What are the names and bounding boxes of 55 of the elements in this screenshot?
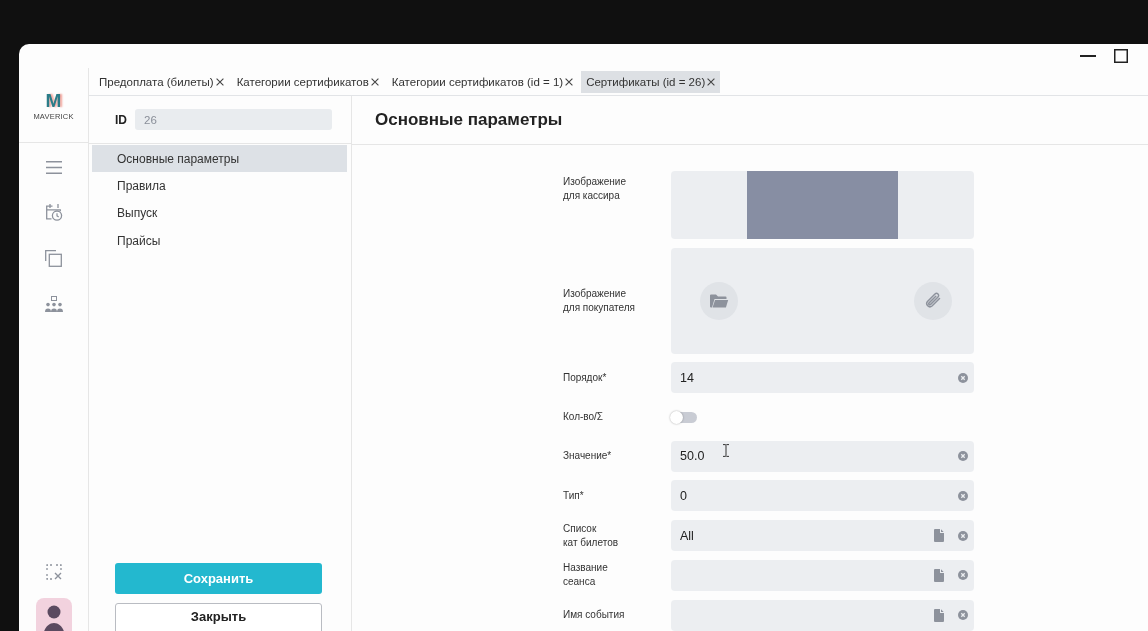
clear-icon[interactable]: [958, 451, 968, 462]
paperclip-icon: [924, 291, 942, 310]
copy-icon[interactable]: [45, 250, 62, 267]
clear-icon[interactable]: [958, 490, 968, 501]
field-label: Тип*: [563, 488, 585, 503]
text-cursor-icon: [722, 444, 730, 457]
picker-field[interactable]: [671, 559, 974, 591]
maximize-icon[interactable]: [1114, 49, 1128, 63]
close-icon[interactable]: [707, 77, 716, 86]
picker-field[interactable]: [671, 599, 974, 631]
section-item[interactable]: Основные параметры: [92, 145, 347, 173]
tab[interactable]: Предоплата (билеты): [94, 70, 229, 93]
tab[interactable]: Категории сертификатов (id = 1): [386, 70, 579, 93]
close-icon[interactable]: [370, 77, 379, 86]
section-item[interactable]: Правила: [92, 172, 347, 200]
field-label: Порядок*: [563, 370, 608, 385]
close-icon[interactable]: [215, 77, 224, 86]
folder-icon: [709, 292, 729, 309]
tab[interactable]: Сертификаты (id = 26): [581, 70, 721, 93]
upload-field[interactable]: [671, 247, 974, 354]
field-label: Имя события: [563, 608, 626, 622]
input-field[interactable]: 0: [671, 480, 974, 512]
tab[interactable]: Категории сертификатов: [231, 70, 384, 93]
picker-field[interactable]: All: [671, 520, 974, 552]
menu-icon[interactable]: [45, 161, 62, 174]
calendar-clock-icon[interactable]: [44, 203, 63, 221]
document-icon[interactable]: [934, 529, 944, 543]
attach-button[interactable]: [914, 281, 952, 320]
section-item[interactable]: Прайсы: [92, 226, 347, 255]
field-label: Изображение для кассира: [563, 175, 627, 203]
avatar-icon[interactable]: [35, 598, 72, 631]
document-icon[interactable]: [934, 608, 944, 622]
input-field[interactable]: 14: [671, 362, 974, 394]
image-field[interactable]: [671, 171, 974, 239]
clear-icon[interactable]: [958, 570, 968, 581]
people-group-icon[interactable]: [44, 296, 63, 312]
clear-icon[interactable]: [958, 610, 968, 620]
field-label: Кол-во/Σ: [563, 410, 605, 425]
field-label: Название сеанса: [563, 561, 609, 590]
field-label: Изображение для покупателя: [563, 286, 637, 315]
section-title: Основные параметры: [375, 110, 563, 130]
close-button[interactable]: Закрыть: [115, 603, 322, 631]
clear-icon[interactable]: [958, 372, 968, 383]
input-field[interactable]: 50.0: [671, 440, 974, 472]
folder-button[interactable]: [700, 281, 738, 320]
id-label: ID: [115, 112, 127, 127]
logo-mark: M: [45, 92, 62, 109]
toggle-switch[interactable]: [671, 411, 697, 423]
clear-icon[interactable]: [958, 530, 968, 541]
close-icon[interactable]: [565, 77, 574, 86]
dashed-square-x-icon[interactable]: [45, 564, 62, 580]
document-icon[interactable]: [934, 568, 944, 582]
field-label: Значение*: [563, 449, 613, 464]
section-item[interactable]: Выпуск: [92, 199, 347, 227]
field-label: Список кат билетов: [563, 521, 619, 550]
